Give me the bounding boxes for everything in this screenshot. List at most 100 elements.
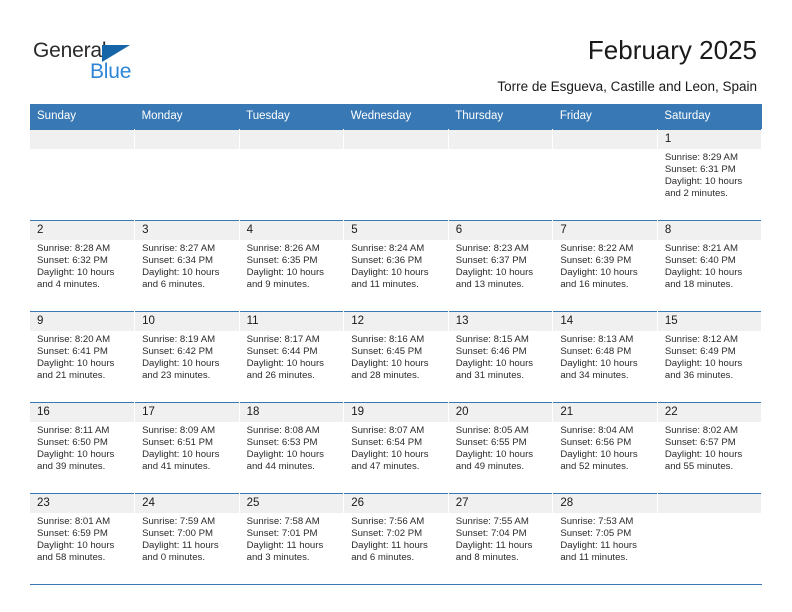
sunset-text: Sunset: 7:01 PM (246, 528, 318, 540)
sunset-text: Sunset: 6:51 PM (142, 437, 213, 449)
day-number: 7 (553, 221, 657, 240)
day-number: 4 (239, 221, 344, 240)
daylight-text-line2: and 11 minutes. (351, 279, 419, 291)
calendar-day-cell[interactable]: 14 Sunrise: 8:13 AM Sunset: 6:48 PM Dayligh… (552, 311, 658, 403)
calendar-day-cell[interactable]: 1 Sunrise: 8:29 AM Sunset: 6:31 PM Daylight… (657, 129, 763, 221)
calendar-day-cell[interactable]: 15 Sunrise: 8:12 AM Sunset: 6:49 PM Dayligh… (657, 311, 763, 403)
calendar-day-cell[interactable]: 19 Sunrise: 8:07 AM Sunset: 6:54 PM Dayligh… (343, 402, 449, 494)
calendar-day-cell[interactable]: 2 Sunrise: 8:28 AM Sunset: 6:32 PM Daylight… (30, 220, 136, 312)
calendar-day-cell[interactable]: 5 Sunrise: 8:24 AM Sunset: 6:36 PM Daylight… (343, 220, 449, 312)
calendar-day-cell[interactable]: 9 Sunrise: 8:20 AM Sunset: 6:41 PM Daylight… (30, 311, 136, 403)
daylight-text-line1: Daylight: 10 hours (142, 267, 220, 279)
day-number: 23 (30, 494, 135, 513)
calendar-day-cell[interactable]: 18 Sunrise: 8:08 AM Sunset: 6:53 PM Dayligh… (239, 402, 345, 494)
daylight-text-line1: Daylight: 10 hours (664, 267, 743, 279)
day-number: 22 (657, 403, 762, 422)
sunset-text: Sunset: 6:54 PM (351, 437, 423, 449)
day-number: 13 (448, 312, 553, 331)
daylight-text-line2: and 8 minutes. (455, 552, 519, 564)
sunrise-text: Sunrise: 7:55 AM (455, 516, 529, 527)
calendar-empty-cell (657, 493, 763, 585)
calendar-day-cell[interactable]: 7 Sunrise: 8:22 AM Sunset: 6:39 PM Daylight… (552, 220, 658, 312)
daylight-text-line2: and 31 minutes. (455, 370, 525, 382)
calendar-day-cell[interactable]: 25 Sunrise: 7:58 AM Sunset: 7:01 PM Dayligh… (239, 493, 345, 585)
daylight-text-line2: and 6 minutes. (142, 279, 205, 291)
calendar-day-cell[interactable]: 27 Sunrise: 7:55 AM Sunset: 7:04 PM Dayligh… (448, 493, 554, 585)
logo-text-general: General (33, 39, 107, 62)
calendar-day-cell[interactable]: 23 Sunrise: 8:01 AM Sunset: 6:59 PM Dayligh… (30, 493, 136, 585)
daylight-text-line1: Daylight: 10 hours (246, 358, 324, 370)
day-details: Sunrise: 8:26 AM Sunset: 6:35 PM Daylight:… (240, 240, 344, 291)
daylight-text-line1: Daylight: 11 hours (351, 540, 428, 552)
day-number (344, 130, 448, 149)
sunrise-text: Sunrise: 8:24 AM (351, 243, 425, 254)
calendar-grid: Sunday Monday Tuesday Wednesday Thursday… (30, 104, 763, 585)
calendar-day-cell[interactable]: 8 Sunrise: 8:21 AM Sunset: 6:40 PM Daylight… (657, 220, 763, 312)
sunrise-text: Sunrise: 7:59 AM (142, 516, 216, 527)
calendar-day-cell[interactable]: 13 Sunrise: 8:15 AM Sunset: 6:46 PM Dayligh… (448, 311, 554, 403)
day-details: Sunrise: 8:09 AM Sunset: 6:51 PM Daylight:… (135, 422, 239, 473)
calendar-day-cell[interactable]: 12 Sunrise: 8:16 AM Sunset: 6:45 PM Dayligh… (343, 311, 449, 403)
sunset-text: Sunset: 6:56 PM (560, 437, 632, 449)
day-details: Sunrise: 8:28 AM Sunset: 6:32 PM Daylight:… (30, 240, 134, 291)
daylight-text-line1: Daylight: 10 hours (142, 358, 220, 370)
calendar-day-cell[interactable]: 21 Sunrise: 8:04 AM Sunset: 6:56 PM Dayligh… (552, 402, 658, 494)
sunrise-text: Sunrise: 8:20 AM (37, 334, 111, 345)
day-number: 26 (344, 494, 448, 513)
calendar-empty-cell (239, 129, 345, 221)
day-number: 9 (30, 312, 135, 331)
calendar-week-row: 1 Sunrise: 8:29 AM Sunset: 6:31 PM Daylight… (30, 129, 763, 221)
daylight-text-line1: Daylight: 10 hours (455, 449, 534, 461)
day-details: Sunrise: 8:21 AM Sunset: 6:40 PM Daylight:… (658, 240, 762, 291)
calendar-table: Sunday Monday Tuesday Wednesday Thursday… (30, 104, 763, 585)
page-title: February 2025 (587, 35, 757, 65)
day-number: 19 (344, 403, 448, 422)
sunset-text: Sunset: 6:35 PM (246, 255, 318, 267)
daylight-text-line1: Daylight: 10 hours (37, 540, 115, 552)
sunrise-text: Sunrise: 8:02 AM (664, 425, 738, 436)
weekday-header-tuesday: Tuesday (239, 104, 344, 130)
day-details: Sunrise: 8:23 AM Sunset: 6:37 PM Daylight:… (449, 240, 553, 291)
day-number: 8 (657, 221, 762, 240)
calendar-page: General Blue February 2025 Torre de Esgu… (0, 0, 792, 612)
calendar-day-cell[interactable]: 17 Sunrise: 8:09 AM Sunset: 6:51 PM Dayligh… (134, 402, 240, 494)
day-number (30, 130, 135, 149)
calendar-day-cell[interactable]: 11 Sunrise: 8:17 AM Sunset: 6:44 PM Dayligh… (239, 311, 345, 403)
sunset-text: Sunset: 6:48 PM (560, 346, 632, 358)
sunset-text: Sunset: 6:44 PM (246, 346, 318, 358)
daylight-text-line2: and 3 minutes. (246, 552, 310, 564)
general-blue-logo[interactable]: General Blue (33, 40, 223, 90)
day-details: Sunrise: 8:24 AM Sunset: 6:36 PM Daylight:… (344, 240, 448, 291)
sunrise-text: Sunrise: 8:21 AM (664, 243, 738, 254)
calendar-empty-cell (552, 129, 658, 221)
weekday-header-thursday: Thursday (448, 104, 553, 130)
weekday-header-saturday: Saturday (657, 104, 762, 130)
calendar-day-cell[interactable]: 6 Sunrise: 8:23 AM Sunset: 6:37 PM Daylight… (448, 220, 554, 312)
daylight-text-line1: Daylight: 11 hours (455, 540, 533, 552)
daylight-text-line1: Daylight: 11 hours (560, 540, 637, 552)
daylight-text-line2: and 49 minutes. (455, 461, 525, 473)
sunset-text: Sunset: 6:41 PM (37, 346, 108, 358)
sunset-text: Sunset: 6:37 PM (455, 255, 527, 267)
calendar-day-cell[interactable]: 22 Sunrise: 8:02 AM Sunset: 6:57 PM Dayligh… (657, 402, 763, 494)
calendar-day-cell[interactable]: 3 Sunrise: 8:27 AM Sunset: 6:34 PM Daylight… (134, 220, 240, 312)
daylight-text-line2: and 21 minutes. (37, 370, 106, 382)
day-number: 6 (448, 221, 553, 240)
sunset-text: Sunset: 7:04 PM (455, 528, 527, 540)
day-details: Sunrise: 8:17 AM Sunset: 6:44 PM Daylight:… (240, 331, 344, 382)
calendar-day-cell[interactable]: 26 Sunrise: 7:56 AM Sunset: 7:02 PM Dayligh… (343, 493, 449, 585)
sunset-text: Sunset: 6:40 PM (664, 255, 736, 267)
calendar-day-cell[interactable]: 20 Sunrise: 8:05 AM Sunset: 6:55 PM Dayligh… (448, 402, 554, 494)
day-number: 3 (135, 221, 239, 240)
calendar-day-cell[interactable]: 4 Sunrise: 8:26 AM Sunset: 6:35 PM Daylight… (239, 220, 345, 312)
daylight-text-line1: Daylight: 10 hours (560, 449, 638, 461)
day-number: 17 (135, 403, 239, 422)
calendar-day-cell[interactable]: 16 Sunrise: 8:11 AM Sunset: 6:50 PM Dayligh… (30, 402, 136, 494)
calendar-day-cell[interactable]: 28 Sunrise: 7:53 AM Sunset: 7:05 PM Dayligh… (552, 493, 658, 585)
calendar-day-cell[interactable]: 24 Sunrise: 7:59 AM Sunset: 7:00 PM Dayligh… (134, 493, 240, 585)
day-number (553, 130, 657, 149)
sunrise-text: Sunrise: 8:15 AM (455, 334, 529, 345)
daylight-text-line1: Daylight: 10 hours (664, 176, 743, 188)
calendar-day-cell[interactable]: 10 Sunrise: 8:19 AM Sunset: 6:42 PM Dayligh… (134, 311, 240, 403)
day-number: 11 (239, 312, 344, 331)
